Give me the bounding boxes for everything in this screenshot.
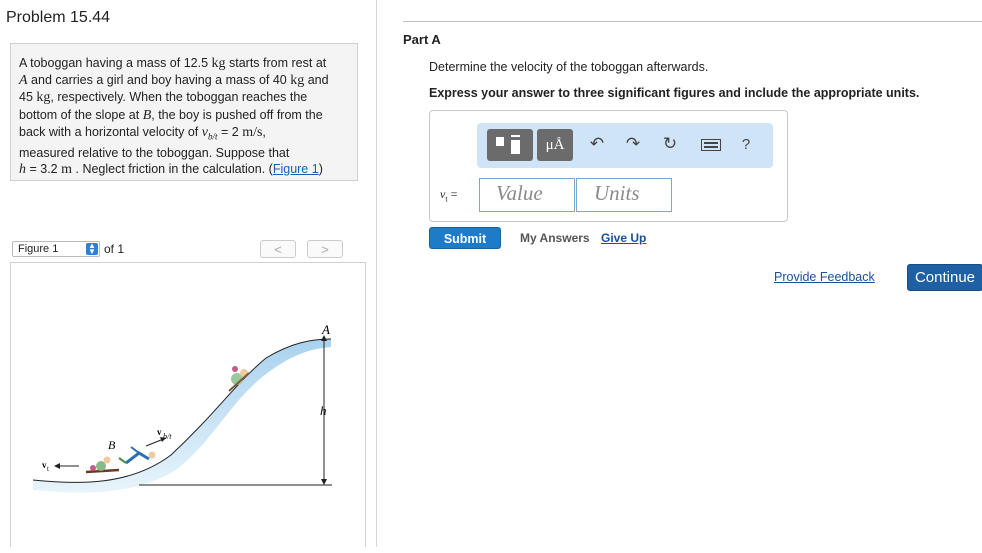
boy-icon [118,446,156,465]
units-tool-button[interactable]: μÅ [537,129,573,161]
problem-title: Problem 15.44 [6,9,111,26]
svg-text:v: v [157,427,162,437]
question-text: Determine the velocity of the toboggan a… [429,60,709,74]
problem-statement: A toboggan having a mass of 12.5 kg star… [10,43,358,181]
prev-figure-button[interactable]: < [260,240,296,258]
instruction-text: Express your answer to three significant… [429,86,920,100]
math-toolbar: μÅ ↶ ↷ ↻ ? [477,123,773,168]
velocity-label: vt = [440,187,458,204]
template-button[interactable] [487,129,533,161]
template-icon [496,135,520,154]
label-A: A [321,322,330,337]
svg-text:t: t [47,465,49,473]
answer-box: μÅ ↶ ↷ ↻ ? vt = Value Units [429,110,788,222]
problem-panel: Problem 15.44 A toboggan having a mass o… [0,0,377,547]
redo-icon[interactable]: ↷ [622,134,644,154]
divider [403,21,982,22]
figure-select[interactable]: Figure 1 ▲ ▼ [12,241,100,257]
give-up-link[interactable]: Give Up [601,231,646,245]
figure-count: of 1 [104,242,125,256]
snow-slope [33,339,331,493]
continue-button[interactable]: Continue [907,264,982,291]
next-figure-button[interactable]: > [307,240,343,258]
undo-icon[interactable]: ↶ [586,134,608,154]
vbt-arrow: v b/t [145,427,172,447]
value-input[interactable]: Value [479,178,575,212]
toboggan-slope-diagram: A h B v b/t v t [32,322,332,493]
answer-panel: Part A Determine the velocity of the tob… [377,0,982,547]
updown-arrow-icon: ▲ ▼ [86,242,98,256]
svg-text:b/t: b/t [163,432,172,441]
figure-image: A h B v b/t v t [10,262,366,547]
figure-link[interactable]: Figure 1 [273,162,319,176]
submit-button[interactable]: Submit [429,227,501,249]
my-answers-link[interactable]: My Answers [520,231,590,245]
help-icon[interactable]: ? [735,136,757,153]
provide-feedback-link[interactable]: Provide Feedback [774,270,875,284]
reset-icon[interactable]: ↻ [659,134,681,154]
units-input[interactable]: Units [576,178,672,212]
label-B: B [108,438,116,452]
part-label: Part A [403,32,441,47]
toboggan-bottom-icon [85,456,120,474]
keyboard-icon[interactable] [700,136,722,156]
vt-arrow: v t [42,460,79,473]
label-h: h [320,403,327,418]
figure-navigation: Figure 1 ▲ ▼ of 1 < > [10,238,366,262]
